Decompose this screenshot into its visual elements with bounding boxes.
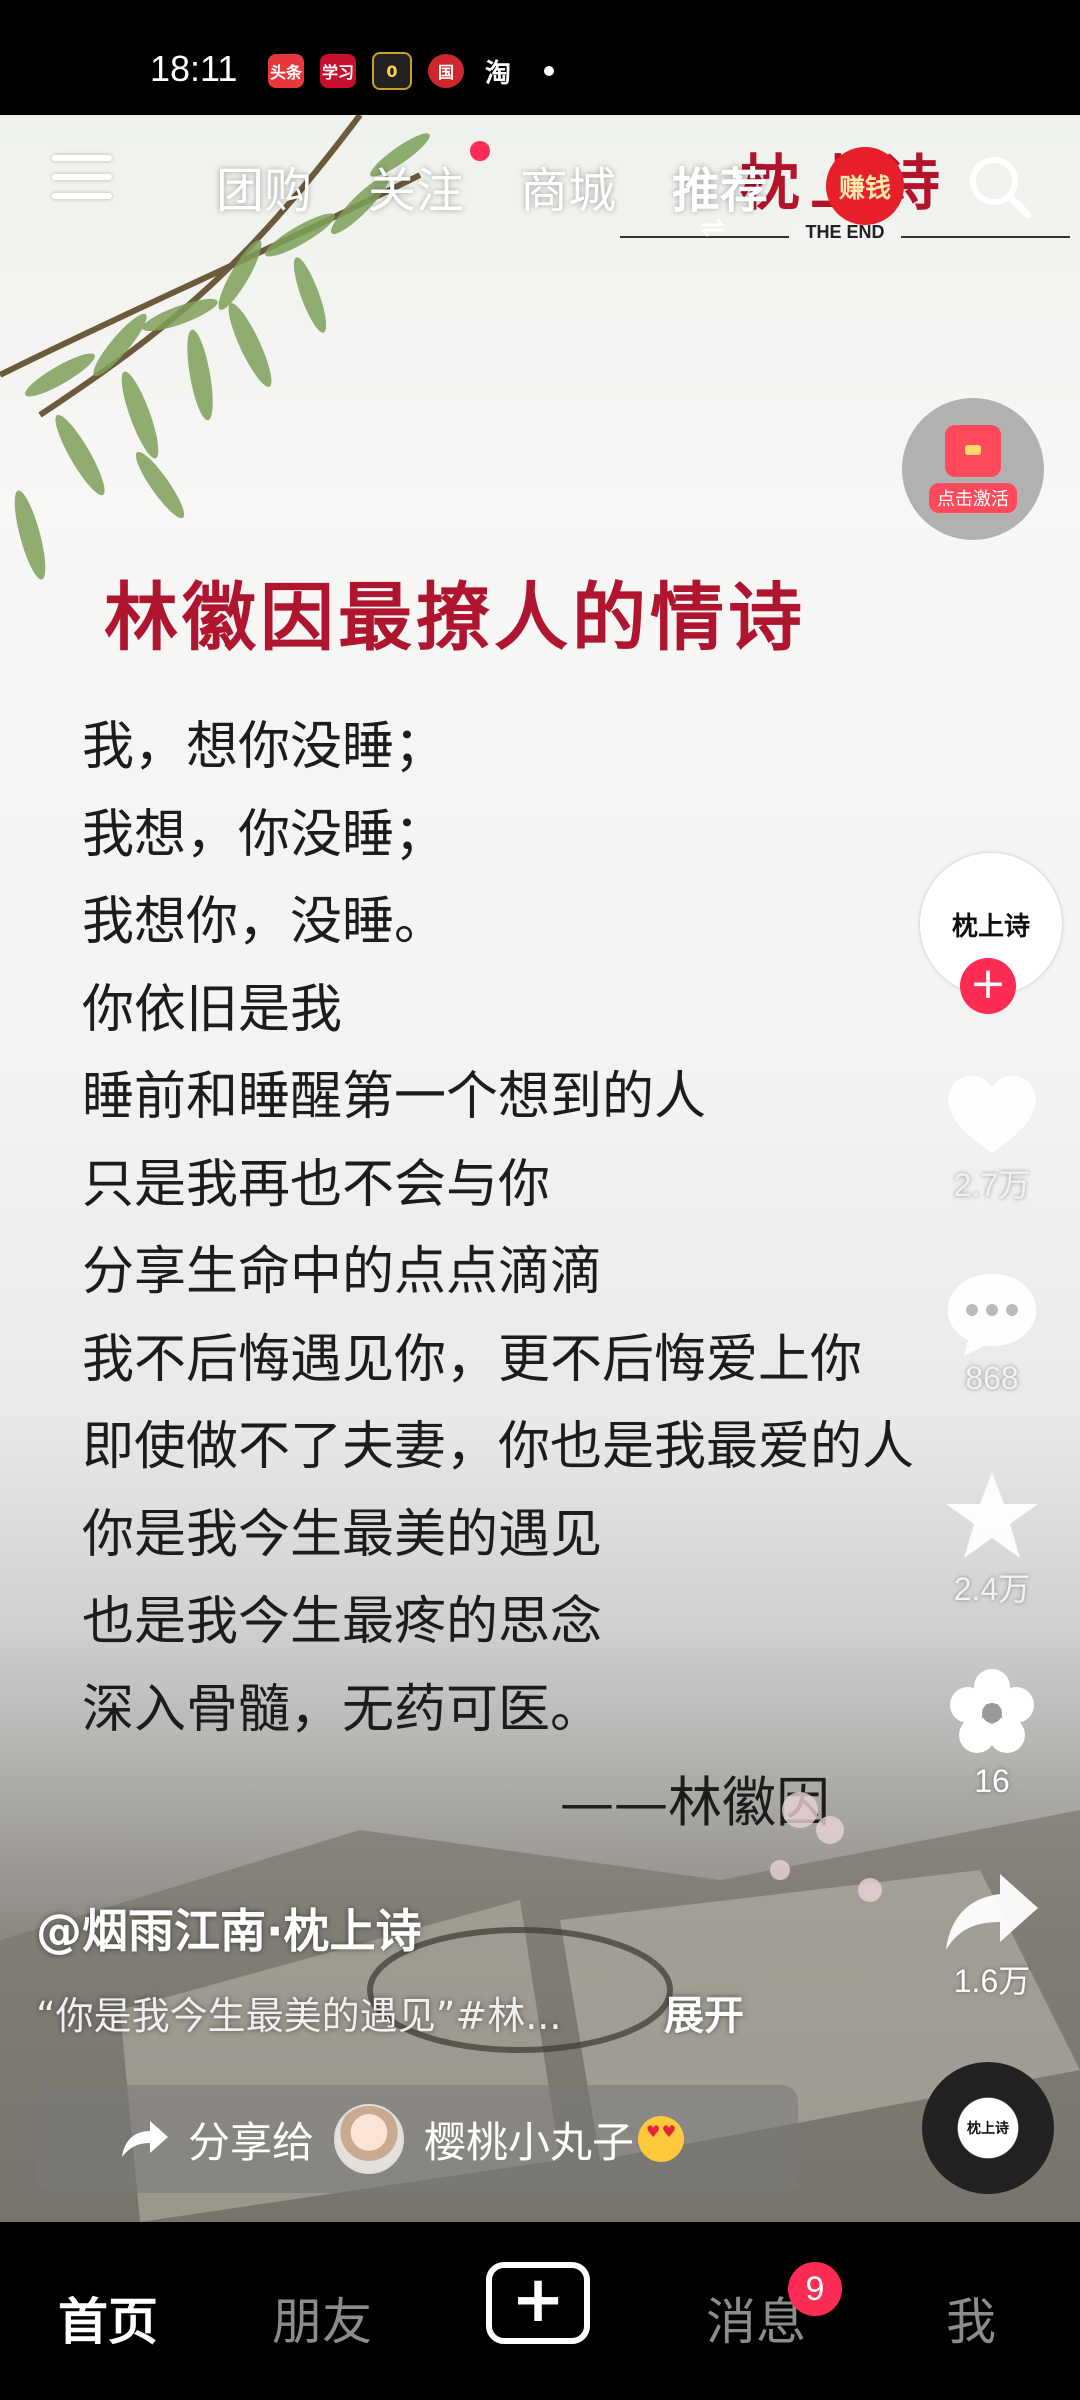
poem-title: 林徽因最撩人的情诗	[104, 575, 806, 661]
more-notifications-dot	[544, 66, 554, 76]
poem-line: 只是我再也不会与你	[82, 1154, 551, 1215]
gov-app-icon: 国	[428, 54, 464, 88]
search-icon[interactable]	[964, 151, 1034, 221]
heart-icon	[948, 1075, 1036, 1153]
like-count: 2.7万	[953, 1167, 1031, 1203]
poem-line: 我，想你没睡；	[82, 717, 447, 777]
like-button[interactable]: 2.7万	[930, 1068, 1054, 1206]
top-navigation: 团购 关注 商城 推荐 ⇌ 赚钱	[0, 115, 1080, 245]
tab-following[interactable]: 关注	[368, 151, 464, 221]
red-packet-button[interactable]: 点击激活	[902, 398, 1044, 540]
bottom-navigation: 首页 朋友 + 消息 9 我	[0, 2222, 1080, 2400]
menu-icon[interactable]	[52, 155, 112, 205]
tab-group-buy[interactable]: 团购	[216, 151, 312, 221]
toutiao-icon: 头条	[268, 54, 304, 88]
share-arrow-icon	[946, 1874, 1038, 1950]
poem-line: 我想，你没睡；	[82, 804, 447, 865]
create-post-button[interactable]: +	[486, 2262, 590, 2344]
tab-mall[interactable]: 商城	[520, 151, 616, 221]
notification-icons: 头条 学习 0 国 淘	[268, 52, 554, 90]
poem-text: 我，想你没睡； 我想，你没睡； 我想你，没睡。 你依旧是我 睡前和睡醒第一个想到…	[82, 712, 914, 1762]
author-name[interactable]: @烟雨江南·枕上诗	[36, 1895, 421, 1961]
taobao-icon: 淘	[484, 58, 511, 89]
expand-button[interactable]: 展开	[664, 1983, 744, 2041]
poem-line: 分享生命中的点点滴滴	[82, 1242, 603, 1302]
star-icon	[946, 1472, 1038, 1558]
flower-button[interactable]: 16	[930, 1665, 1054, 1800]
dark-app-icon: 0	[372, 52, 412, 90]
nav-me[interactable]: 我	[946, 2282, 996, 2354]
share-icon	[122, 2121, 168, 2157]
nav-friends[interactable]: 朋友	[272, 2282, 372, 2354]
share-button[interactable]: 1.6万	[930, 1870, 1054, 2002]
red-packet-label: 点击激活	[929, 483, 1017, 513]
share-to-friend-bar[interactable]: 分享给 樱桃小丸子	[36, 2085, 798, 2193]
poem-line: 你是我今生最美的遇见	[82, 1504, 603, 1565]
poem-line: 你依旧是我	[82, 979, 343, 1040]
friend-name: 樱桃小丸子	[424, 2117, 635, 2167]
clock: 18:11	[150, 48, 238, 89]
following-update-dot	[470, 141, 490, 161]
switch-arrows-icon: ⇌	[700, 210, 726, 245]
poem-line: 睡前和睡醒第一个想到的人	[82, 1067, 707, 1127]
comment-button[interactable]: 868	[930, 1268, 1054, 1397]
status-bar: 18:11 头条 学习 0 国 淘	[0, 0, 1080, 115]
music-disc[interactable]: 枕上诗	[922, 2062, 1054, 2194]
comment-icon	[948, 1274, 1036, 1356]
poem-line: 也是我今生最疼的思念	[82, 1592, 603, 1652]
flower-icon	[950, 1669, 1034, 1753]
earn-money-button[interactable]: 赚钱	[826, 147, 904, 225]
share-count: 1.6万	[953, 1963, 1031, 1999]
comment-count: 868	[965, 1360, 1019, 1396]
favorite-count: 2.4万	[953, 1571, 1031, 1607]
flower-count: 16	[974, 1763, 1010, 1799]
poem-line: 即使做不了夫妻，你也是我最爱的人	[82, 1417, 915, 1477]
share-to-label: 分享给	[188, 2117, 315, 2167]
poem-line: 我不后悔遇见你，更不后悔爱上你	[82, 1329, 863, 1390]
red-envelope-icon	[945, 425, 1001, 477]
favorite-button[interactable]: 2.4万	[930, 1468, 1054, 1610]
follow-button[interactable]: +	[960, 958, 1016, 1014]
xuexi-icon: 学习	[320, 54, 356, 88]
messages-badge: 9	[788, 2262, 842, 2316]
poem-line: 我想你，没睡。	[82, 892, 447, 952]
heart-eyes-emoji-icon	[638, 2116, 685, 2162]
post-description: “你是我今生最美的遇见”#林...	[36, 1994, 562, 2038]
nav-home[interactable]: 首页	[58, 2282, 158, 2354]
friend-avatar	[334, 2104, 405, 2174]
